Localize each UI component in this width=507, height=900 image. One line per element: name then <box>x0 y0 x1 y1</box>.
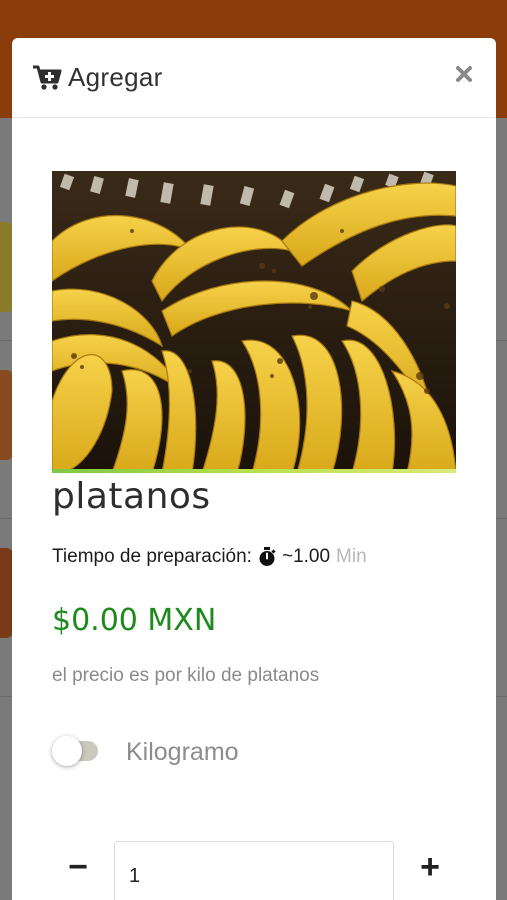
price-note: el precio es por kilo de platanos <box>52 665 320 686</box>
modal-header: Agregar <box>12 38 496 118</box>
close-icon[interactable] <box>452 62 476 86</box>
prep-unit: Min <box>336 546 367 567</box>
stopwatch-icon <box>258 547 276 567</box>
quantity-stepper: − + <box>52 841 456 900</box>
kilogram-toggle[interactable] <box>52 736 98 766</box>
product-name: platanos <box>52 476 211 517</box>
product-price: $0.00 MXN <box>52 603 217 638</box>
increase-quantity-button[interactable]: + <box>404 841 456 893</box>
image-bottom-accent <box>52 469 456 473</box>
kilogram-toggle-label: Kilogramo <box>126 738 239 766</box>
cart-plus-icon <box>32 64 62 92</box>
prep-label: Tiempo de preparación: <box>52 546 252 567</box>
prep-value: ~1.00 <box>281 546 331 567</box>
decrease-quantity-button[interactable]: − <box>52 841 104 893</box>
toggle-knob <box>52 736 82 766</box>
preparation-time: Tiempo de preparación: ~1.00 Min <box>52 546 367 568</box>
product-image <box>52 171 456 473</box>
quantity-input[interactable] <box>114 841 394 900</box>
add-to-cart-modal: Agregar platanos Tiempo de preparación: … <box>12 38 496 900</box>
modal-title: Agregar <box>68 62 163 92</box>
